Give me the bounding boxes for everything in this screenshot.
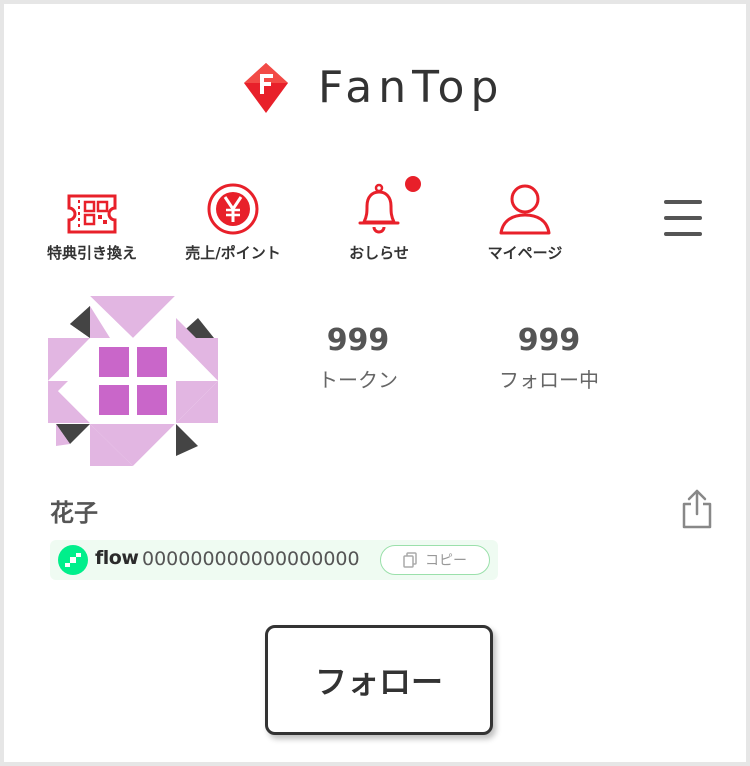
nav-item-benefits[interactable]: 特典引き換え xyxy=(22,180,162,263)
notification-dot xyxy=(405,176,421,192)
fantop-logo-icon xyxy=(244,63,288,113)
user-icon xyxy=(499,184,551,235)
following-label: フォロー中 xyxy=(499,368,599,392)
nav-item-mypage[interactable]: マイページ xyxy=(455,180,595,263)
flow-chain-label: flow xyxy=(95,547,139,569)
wallet-address: 000000000000000000 xyxy=(142,548,360,570)
nav-label-benefits: 特典引き換え xyxy=(46,244,137,262)
following-count: 999 xyxy=(517,323,581,358)
avatar[interactable] xyxy=(48,296,218,466)
following-stat[interactable]: 999 フォロー中 xyxy=(459,322,639,393)
fantop-logo[interactable]: FanTop xyxy=(242,60,504,116)
hamburger-menu-icon[interactable] xyxy=(664,200,702,238)
copy-button-label: コピー xyxy=(425,553,467,569)
copy-address-button[interactable]: コピー xyxy=(380,545,490,575)
nav-label-notifications: おしらせ xyxy=(349,244,409,262)
nav-label-mypage: マイページ xyxy=(487,244,563,262)
nav-label-sales-points: 売上/ポイント xyxy=(185,244,281,262)
share-icon[interactable] xyxy=(679,488,715,530)
tokens-stat[interactable]: 999 トークン xyxy=(268,322,448,393)
tokens-count: 999 xyxy=(326,323,390,358)
brand-name: FanTop xyxy=(318,62,505,113)
ticket-qr-icon xyxy=(67,194,117,234)
profile-name: 花子 xyxy=(50,499,98,527)
yen-coin-icon xyxy=(207,183,259,235)
tokens-label: トークン xyxy=(318,368,398,392)
copy-icon xyxy=(403,552,417,568)
wallet-address-pill: flow 000000000000000000 コピー xyxy=(50,540,498,580)
app-frame: FanTop 特典引き換え 売上/ポイント おしらせ マイページ 999 トーク… xyxy=(0,0,750,766)
flow-logo-icon xyxy=(58,545,88,575)
bell-icon xyxy=(358,183,400,234)
nav-item-notifications[interactable]: おしらせ xyxy=(309,180,449,263)
follow-button[interactable]: フォロー xyxy=(265,625,493,735)
nav-item-sales-points[interactable]: 売上/ポイント xyxy=(163,180,303,263)
